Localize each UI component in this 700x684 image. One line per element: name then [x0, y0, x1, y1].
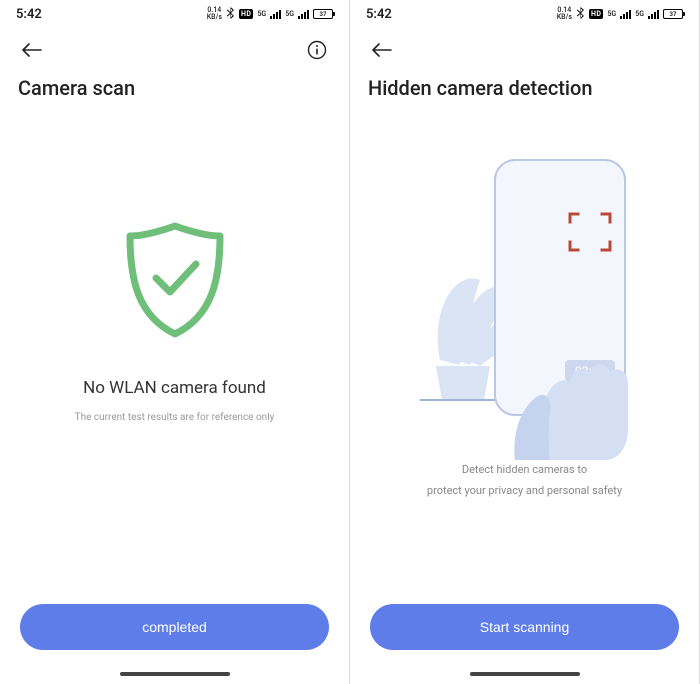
- bluetooth-icon: [576, 7, 585, 21]
- home-indicator[interactable]: [470, 672, 580, 676]
- status-bar: 5:42 0.14KB/s HD 5G 5G 37: [0, 0, 349, 28]
- content-area: No WLAN camera found The current test re…: [0, 100, 349, 684]
- back-button[interactable]: [368, 36, 396, 64]
- status-right: 0.14KB/s HD 5G 5G 37: [207, 7, 333, 21]
- detection-illustration: 02:36: [400, 130, 650, 460]
- network-label-1: 5G: [257, 10, 266, 18]
- shield-check-icon: [120, 220, 230, 340]
- data-rate: 0.14KB/s: [207, 7, 222, 21]
- completed-button[interactable]: completed: [20, 604, 329, 650]
- nav-row: [0, 28, 349, 72]
- signal-icon-2: [648, 10, 659, 19]
- phone-right: 5:42 0.14KB/s HD 5G 5G 37 Hidden camera …: [350, 0, 700, 684]
- network-label-2: 5G: [635, 10, 644, 18]
- hd-icon: HD: [589, 9, 604, 19]
- nav-row: [350, 28, 699, 72]
- result-text: No WLAN camera found: [83, 378, 266, 398]
- status-bar: 5:42 0.14KB/s HD 5G 5G 37: [350, 0, 699, 28]
- start-scanning-button[interactable]: Start scanning: [370, 604, 679, 650]
- battery-icon: 37: [663, 9, 683, 19]
- status-time: 5:42: [16, 7, 42, 22]
- bluetooth-icon: [226, 7, 235, 21]
- page-title: Camera scan: [0, 72, 349, 100]
- detect-line-1: Detect hidden cameras to: [427, 460, 622, 481]
- shield-illustration: [120, 220, 230, 344]
- status-time: 5:42: [366, 7, 392, 22]
- arrow-left-icon: [22, 43, 42, 57]
- info-icon: [307, 40, 327, 60]
- result-subtext: The current test results are for referen…: [75, 412, 275, 423]
- phone-left: 5:42 0.14KB/s HD 5G 5G 37: [0, 0, 350, 684]
- nav-spacer: [653, 36, 681, 64]
- back-button[interactable]: [18, 36, 46, 64]
- arrow-left-icon: [372, 43, 392, 57]
- signal-icon-2: [298, 10, 309, 19]
- signal-icon-1: [620, 10, 631, 19]
- detect-line-2: protect your privacy and personal safety: [427, 481, 622, 502]
- network-label-2: 5G: [285, 10, 294, 18]
- signal-icon-1: [270, 10, 281, 19]
- network-label-1: 5G: [607, 10, 616, 18]
- content-area: 02:36 Detect hidden cameras to protect y…: [350, 100, 699, 684]
- home-indicator[interactable]: [120, 672, 230, 676]
- hd-icon: HD: [239, 9, 254, 19]
- status-right: 0.14KB/s HD 5G 5G 37: [557, 7, 683, 21]
- battery-icon: 37: [313, 9, 333, 19]
- data-rate: 0.14KB/s: [557, 7, 572, 21]
- page-title: Hidden camera detection: [350, 72, 699, 100]
- detect-description: Detect hidden cameras to protect your pr…: [427, 460, 622, 502]
- info-button[interactable]: [303, 36, 331, 64]
